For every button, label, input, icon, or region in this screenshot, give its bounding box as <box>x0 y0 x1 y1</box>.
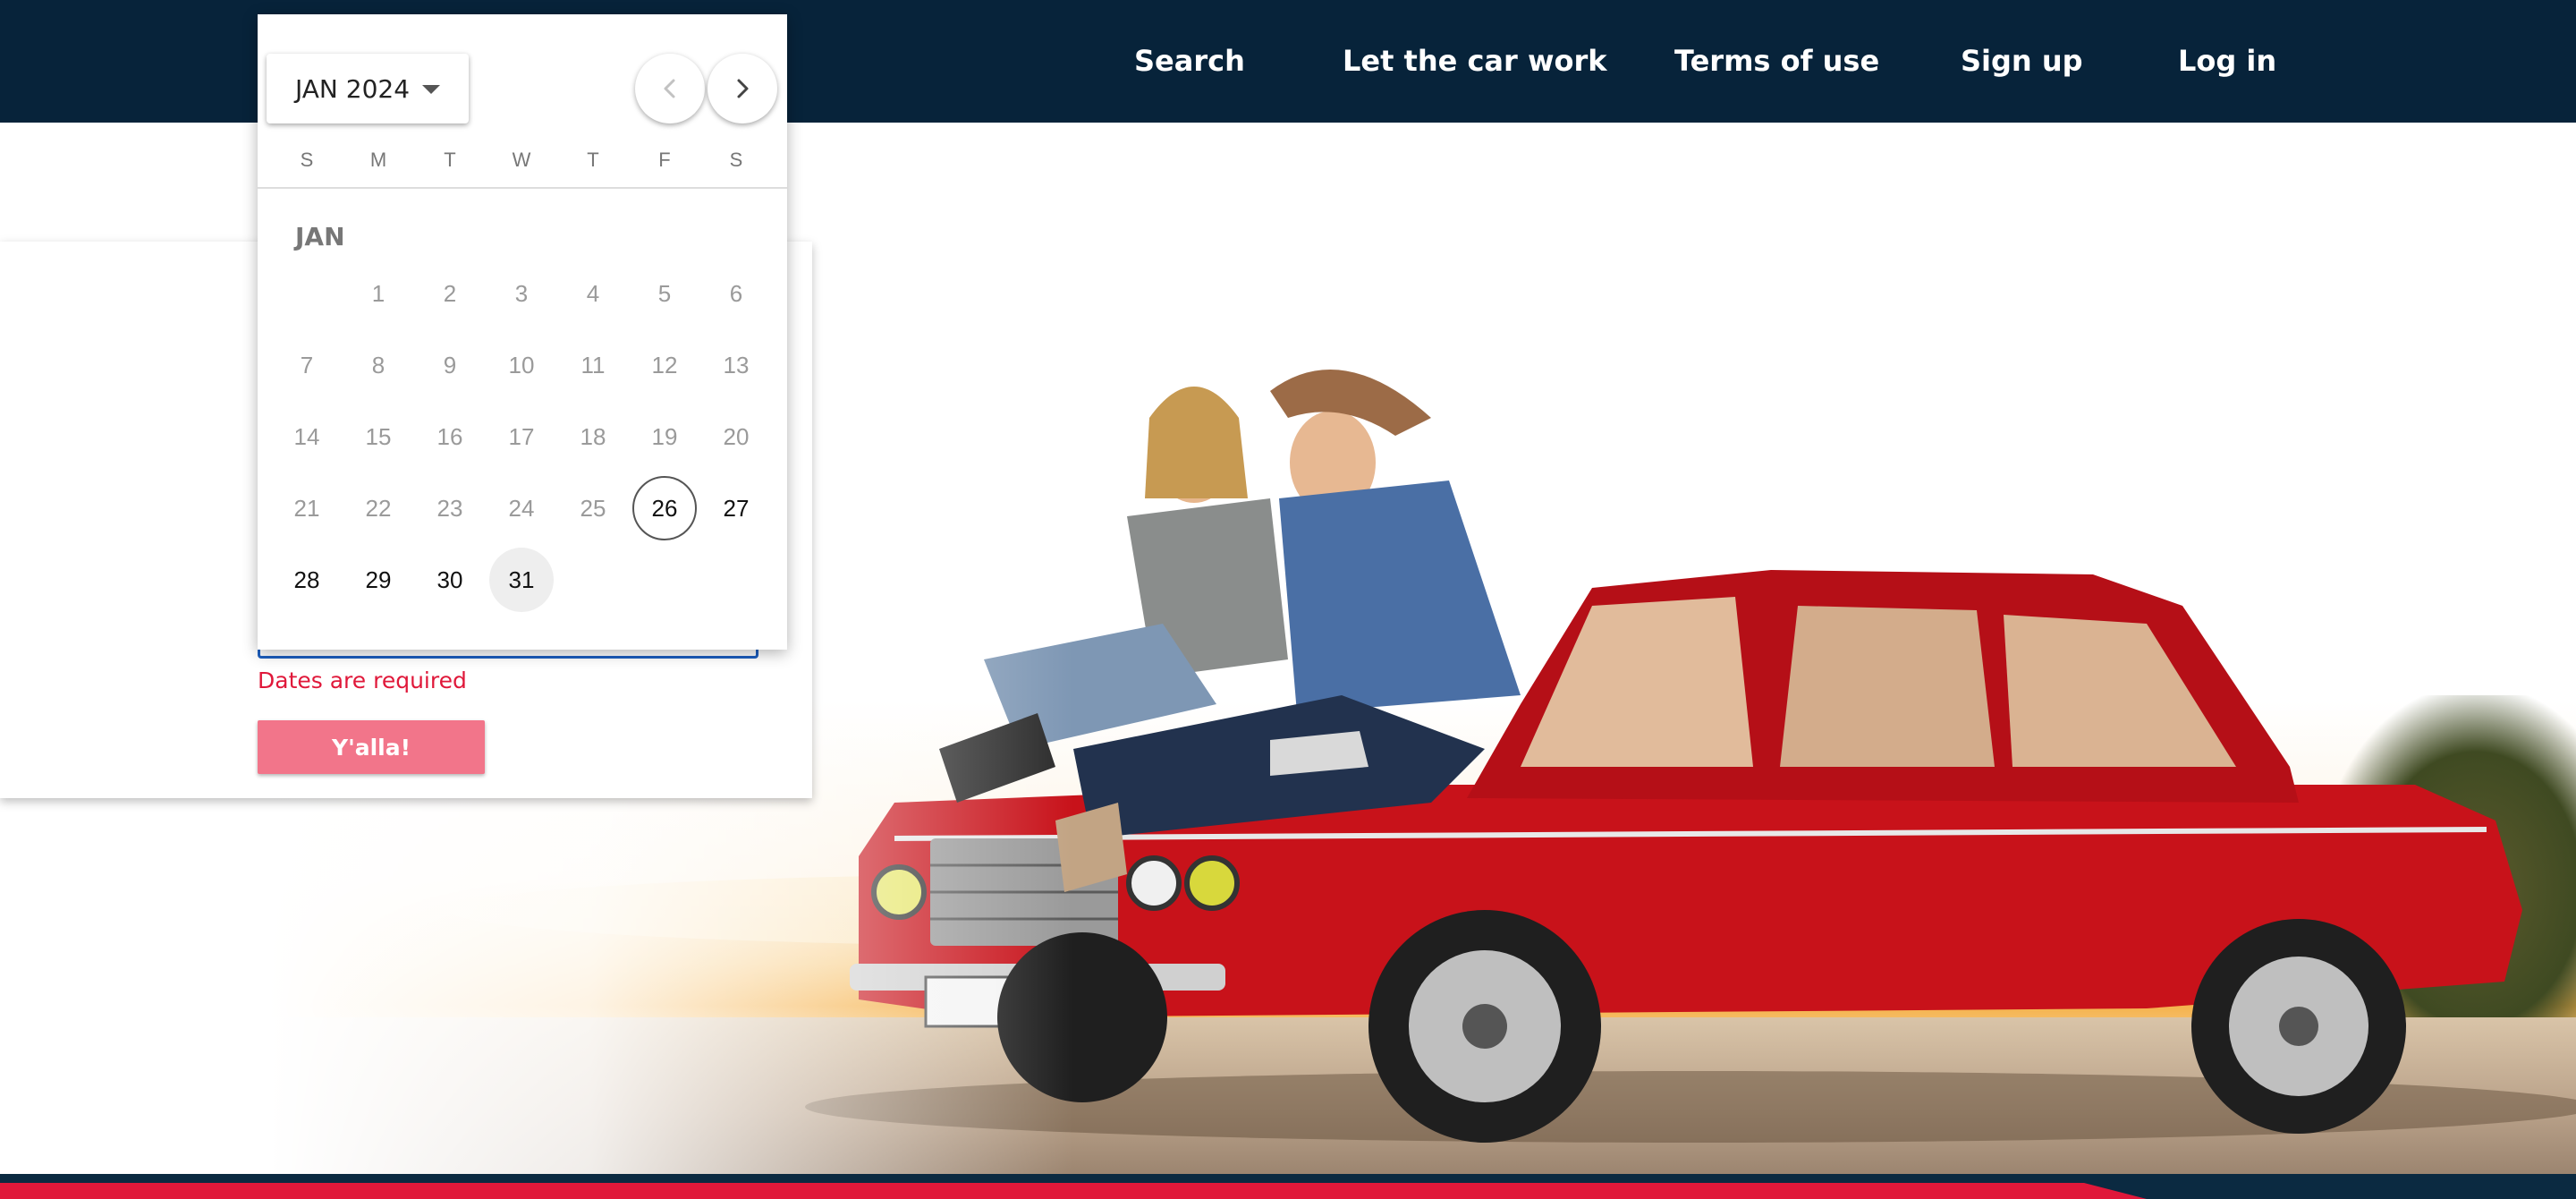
calendar-day-8: 8 <box>371 351 386 378</box>
calendar-day-3: 3 <box>514 279 529 307</box>
previous-month-button[interactable] <box>635 54 705 123</box>
calendar-month-name: JAN <box>295 222 345 251</box>
calendar-day-27[interactable]: 27 <box>704 476 768 540</box>
calendar-day-17: 17 <box>508 422 535 450</box>
calendar-day-26[interactable]: 26 <box>632 476 697 540</box>
hero-ground-fade <box>0 982 358 1174</box>
calendar-day-7: 7 <box>300 351 314 378</box>
month-year-label: JAN 2024 <box>295 73 411 104</box>
calendar-day-6: 6 <box>729 279 743 307</box>
weekday-label: F <box>658 149 671 171</box>
calendar-day-22: 22 <box>365 494 392 522</box>
weekday-label: T <box>444 149 456 171</box>
calendar-day-11: 11 <box>580 351 606 378</box>
dates-error-message: Dates are required <box>258 668 467 693</box>
calendar-day-21: 21 <box>293 494 320 522</box>
nav-log-in-link[interactable]: Log in <box>2178 44 2276 78</box>
chevron-left-icon <box>664 79 675 98</box>
calendar-day-18: 18 <box>580 422 606 450</box>
calendar-day-2: 2 <box>443 279 457 307</box>
calendar-day-23: 23 <box>436 494 463 522</box>
calendar-day-31[interactable]: 31 <box>489 548 554 612</box>
calendar-day-1: 1 <box>371 279 386 307</box>
weekday-label: S <box>300 149 314 171</box>
weekday-label: W <box>512 149 531 171</box>
nav-sign-up-link[interactable]: Sign up <box>1961 44 2083 78</box>
calendar-day-28[interactable]: 28 <box>275 548 339 612</box>
calendar-day-19: 19 <box>651 422 678 450</box>
calendar-day-9: 9 <box>443 351 457 378</box>
weekday-label: S <box>729 149 743 171</box>
chevron-right-icon <box>737 79 749 98</box>
calendar-day-4: 4 <box>586 279 600 307</box>
month-year-select[interactable]: JAN 2024 <box>267 54 469 123</box>
nav-let-the-car-work-link[interactable]: Let the car work <box>1343 44 1607 78</box>
caret-down-icon <box>422 85 440 94</box>
calendar-day-15: 15 <box>365 422 392 450</box>
calendar-day-13: 13 <box>723 351 750 378</box>
date-picker-popup: JAN 2024 SMTWTFS JAN 1 2 3 4 5 6 7 8 9 10 11 12 13 14… <box>258 14 787 650</box>
calendar-day-14: 14 <box>293 422 320 450</box>
calendar-day-5: 5 <box>657 279 672 307</box>
calendar-day-10: 10 <box>508 351 535 378</box>
next-month-button[interactable] <box>708 54 777 123</box>
weekday-label: T <box>587 149 599 171</box>
submit-button[interactable]: Y'alla! <box>258 720 485 774</box>
weekday-label: M <box>369 149 387 171</box>
weekday-header: SMTWTFS <box>258 149 787 175</box>
calendar-day-29[interactable]: 29 <box>346 548 411 612</box>
calendar-day-30[interactable]: 30 <box>418 548 482 612</box>
nav-terms-of-use-link[interactable]: Terms of use <box>1674 44 1879 78</box>
calendar-day-20: 20 <box>723 422 750 450</box>
calendar-day-25: 25 <box>580 494 606 522</box>
nav-search-link[interactable]: Search <box>1134 44 1245 78</box>
footer-accent-stripe <box>0 1183 2147 1199</box>
calendar-day-24: 24 <box>508 494 535 522</box>
calendar-divider <box>258 187 787 189</box>
calendar-day-12: 12 <box>651 351 678 378</box>
calendar-day-16: 16 <box>436 422 463 450</box>
